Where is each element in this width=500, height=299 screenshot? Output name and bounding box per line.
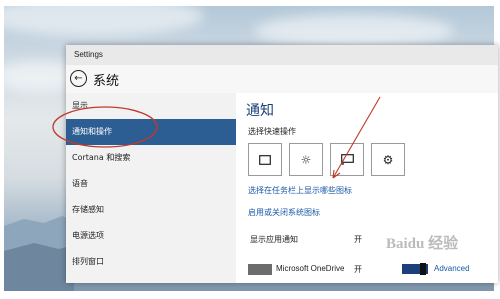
- advanced-link[interactable]: Advanced: [434, 264, 470, 273]
- connect-icon: [331, 144, 363, 175]
- sidebar-item-speech[interactable]: 语音: [66, 171, 236, 197]
- sidebar-item-storage-sense[interactable]: 存储感知: [66, 197, 236, 223]
- content-pane: 通知 选择快速操作 ☼ ⚙ 选择在任务栏上显示哪些图标 启用或关闭系统图标 显示…: [236, 93, 498, 283]
- app-notifications-row: 显示应用通知 开: [236, 229, 498, 251]
- app-state: 开: [354, 265, 362, 274]
- back-button[interactable]: ←: [70, 70, 87, 87]
- app-name: Microsoft OneDrive: [276, 264, 345, 273]
- app-notifications-label: 显示应用通知: [250, 235, 298, 244]
- tablet-mode-icon: [249, 144, 281, 175]
- sidebar-item-notifications-actions[interactable]: 通知和操作: [66, 119, 236, 145]
- quick-actions-heading: 选择快速操作: [248, 127, 296, 136]
- app-row-onedrive: Microsoft OneDrive 开 Advanced: [236, 259, 498, 281]
- cloud: [254, 14, 454, 48]
- quick-action-connect[interactable]: [330, 143, 364, 176]
- sidebar-item-cortana-search[interactable]: Cortana 和搜索: [66, 145, 236, 171]
- baidu-watermark: Baidu 经验: [386, 236, 459, 252]
- sidebar-nav: 显示 通知和操作 Cortana 和搜索 语音 存储感知 电源选项 排列窗口: [66, 93, 236, 283]
- taskbar-icons-link[interactable]: 选择在任务栏上显示哪些图标: [248, 185, 352, 196]
- sidebar-item-power-options[interactable]: 电源选项: [66, 223, 236, 249]
- onedrive-toggle-switch[interactable]: [402, 263, 428, 275]
- settings-header: ← 系统: [66, 65, 498, 93]
- window-title: Settings: [74, 50, 103, 59]
- quick-action-brightness[interactable]: ☼: [289, 143, 323, 176]
- quick-action-settings[interactable]: ⚙: [371, 143, 405, 176]
- app-notifications-state[interactable]: 开: [354, 234, 362, 245]
- page-title: 系统: [93, 74, 120, 89]
- settings-gear-icon: ⚙: [382, 152, 394, 167]
- onedrive-icon: [248, 264, 272, 275]
- sidebar-item-display[interactable]: 显示: [66, 93, 236, 119]
- brightness-icon: ☼: [300, 152, 312, 167]
- quick-action-tablet-mode[interactable]: [248, 143, 282, 176]
- cloud: [4, 6, 204, 36]
- window-titlebar: Settings: [66, 45, 498, 65]
- section-title: 通知: [246, 103, 274, 119]
- back-arrow-icon: ←: [74, 72, 83, 84]
- toggle-knob: [420, 263, 426, 275]
- system-icons-link[interactable]: 启用或关闭系统图标: [248, 207, 320, 218]
- sidebar-item-snap-windows[interactable]: 排列窗口: [66, 249, 236, 275]
